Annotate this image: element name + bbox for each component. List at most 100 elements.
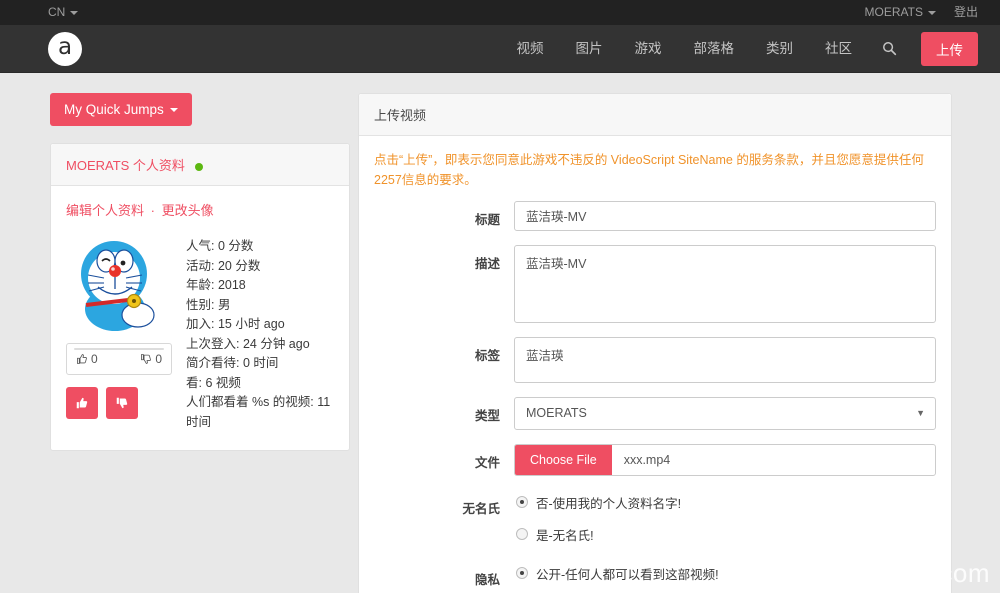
page-root: CN MOERATS 登出 a 视频 图片 游戏 部落格 类别 社区 上传 My… (0, 0, 1000, 593)
title-input[interactable] (514, 200, 936, 231)
file-label: 文件 (474, 455, 500, 470)
type-label: 类型 (474, 408, 500, 423)
radio-icon[interactable] (516, 567, 528, 579)
description-field-wrap: 蓝洁瑛-MV (514, 244, 936, 323)
like-button[interactable] (66, 387, 98, 419)
description-textarea[interactable]: 蓝洁瑛-MV (514, 244, 936, 323)
online-status-dot (194, 162, 203, 171)
stat-videos-watched: 看: 6 视频 (186, 375, 241, 390)
vote-buttons (66, 387, 174, 419)
edit-profile-link[interactable]: 编辑个人资料 (66, 203, 144, 218)
nav-item-photos[interactable]: 图片 (560, 25, 619, 73)
form-group-type: 类型 MOERATS ▼ (374, 396, 936, 430)
description-label: 描述 (474, 256, 500, 271)
stat-age: 年龄: 2018 (186, 278, 246, 292)
privacy-option-public-label: 公开-任何人都可以看到这部视频! (536, 567, 719, 582)
file-field-wrap: Choose File xxx.mp4 (514, 443, 936, 476)
topbar-left: CN (48, 0, 79, 25)
thumbs-down-icon (116, 397, 128, 409)
quick-jumps-button[interactable]: My Quick Jumps (50, 93, 192, 126)
upload-form: 标题 描述 蓝洁瑛-MV 标签 (359, 197, 951, 593)
file-input-row: Choose File xxx.mp4 (514, 443, 936, 476)
stat-activity: 活动: 20 分数 (186, 258, 261, 273)
upload-panel-body: 点击“上传”，即表示您同意此游戏不违反的 VideoScript SiteNam… (359, 136, 951, 593)
chevron-down-icon (927, 10, 936, 15)
logout-link[interactable]: 登出 (954, 0, 978, 25)
nav-upload-button[interactable]: 上传 (921, 31, 978, 66)
type-select[interactable]: MOERATS (514, 396, 936, 430)
nav-item-games[interactable]: 游戏 (619, 25, 678, 73)
tags-textarea[interactable]: 蓝洁瑛 (514, 336, 936, 383)
radio-icon[interactable] (516, 528, 528, 540)
dislike-button[interactable] (106, 387, 138, 419)
form-group-tags: 标签 蓝洁瑛 (374, 336, 936, 383)
chevron-down-icon (169, 107, 178, 112)
likes-count: 0 (91, 352, 98, 366)
top-utility-bar: CN MOERATS 登出 (0, 0, 1000, 25)
main-content: 上传视频 点击“上传”，即表示您同意此游戏不违反的 VideoScript Si… (358, 93, 952, 593)
thumbs-up-icon (76, 397, 88, 409)
type-field-wrap: MOERATS ▼ (514, 396, 936, 430)
radio-icon[interactable] (516, 496, 528, 508)
privacy-label: 隐私 (474, 572, 500, 587)
dislikes-count-item: 0 (140, 352, 162, 366)
user-menu[interactable]: MOERATS (865, 0, 936, 25)
selected-file-name: xxx.mp4 (623, 452, 671, 467)
main-navbar: a 视频 图片 游戏 部落格 类别 社区 上传 (0, 25, 1000, 73)
form-group-title: 标题 (374, 200, 936, 231)
stat-profile-views: 简介看待: 0 时间 (186, 356, 279, 370)
vote-summary-box: 0 0 (66, 343, 172, 375)
form-group-description: 描述 蓝洁瑛-MV (374, 244, 936, 323)
profile-heading-label: MOERATS 个人资料 (66, 158, 185, 173)
anonymous-options: 否-使用我的个人资料名字! 是-无名氏! (514, 490, 936, 547)
stat-video-views: 人们都看着 %s 的视频: 11 时间 (186, 395, 331, 429)
language-switcher[interactable]: CN (48, 0, 79, 25)
profile-panel-heading: MOERATS 个人资料 (51, 144, 349, 186)
anonymous-option-yes-label: 是-无名氏! (536, 528, 594, 543)
nav-item-blog[interactable]: 部落格 (678, 25, 751, 73)
choose-file-button[interactable]: Choose File (515, 444, 612, 475)
nav-item-videos[interactable]: 视频 (501, 25, 560, 73)
anonymous-option-no-label: 否-使用我的个人资料名字! (536, 496, 682, 511)
avatar[interactable] (66, 231, 170, 335)
anonymous-option-yes[interactable]: 是-无名氏! (514, 522, 936, 547)
stat-gender: 性别: 男 (186, 297, 231, 312)
privacy-options: 公开-任何人都可以看到这部视频! 私人的-只有您的朋友可以看到这部视频! 上传视… (514, 561, 936, 593)
username-label: MOERATS (864, 5, 923, 19)
thumbs-up-icon (77, 354, 87, 364)
upload-panel: 上传视频 点击“上传”，即表示您同意此游戏不违反的 VideoScript Si… (358, 93, 952, 593)
search-icon (883, 42, 897, 56)
site-logo[interactable]: a (48, 31, 82, 66)
language-label: CN (48, 5, 66, 19)
search-button[interactable] (868, 41, 911, 56)
profile-row: 0 0 人气: 0 分数 活动: 20 分数 年龄: 2018 性别: 男 加入… (66, 231, 334, 432)
privacy-option-public[interactable]: 公开-任何人都可以看到这部视频! (514, 561, 936, 586)
chevron-down-icon (70, 10, 79, 15)
change-avatar-link[interactable]: 更改头像 (162, 203, 214, 218)
nav-item-community[interactable]: 社区 (809, 25, 868, 73)
profile-panel: MOERATS 个人资料 编辑个人资料 · 更改头像 0 0 人气: 0 分数 … (50, 143, 350, 451)
stat-joined: 加入: 15 小时 ago (186, 317, 285, 331)
topbar-right: MOERATS 登出 (865, 0, 978, 25)
stat-last-login: 上次登入: 24 分钟 ago (186, 336, 310, 351)
profile-links: 编辑个人资料 · 更改头像 (66, 200, 334, 219)
nav-links: 视频 图片 游戏 部落格 类别 社区 上传 (501, 25, 978, 73)
title-label: 标题 (474, 212, 500, 227)
profile-stats: 人气: 0 分数 活动: 20 分数 年龄: 2018 性别: 男 加入: 15… (186, 231, 334, 432)
title-field-wrap (514, 200, 936, 231)
quick-jumps-label: My Quick Jumps (64, 102, 164, 117)
likes-count-item: 0 (76, 352, 98, 366)
profile-panel-body: 编辑个人资料 · 更改头像 0 0 人气: 0 分数 活动: 20 分数 年龄:… (51, 186, 349, 450)
form-group-privacy: 隐私 公开-任何人都可以看到这部视频! 私人的-只有您的朋友可以看到这部视频! (374, 561, 936, 593)
tags-field-wrap: 蓝洁瑛 (514, 336, 936, 383)
avatar-column: 0 0 (66, 231, 174, 432)
nav-item-categories[interactable]: 类别 (750, 25, 809, 73)
form-group-file: 文件 Choose File xxx.mp4 (374, 443, 936, 476)
thumbs-down-icon (141, 354, 152, 364)
link-separator: · (150, 203, 155, 218)
anonymous-option-no[interactable]: 否-使用我的个人资料名字! (514, 490, 936, 515)
stat-popularity: 人气: 0 分数 (186, 239, 254, 253)
upload-panel-heading: 上传视频 (359, 94, 951, 136)
type-select-wrap: MOERATS ▼ (514, 396, 936, 430)
form-group-anonymous: 无名氏 否-使用我的个人资料名字! 是-无名氏! (374, 490, 936, 547)
